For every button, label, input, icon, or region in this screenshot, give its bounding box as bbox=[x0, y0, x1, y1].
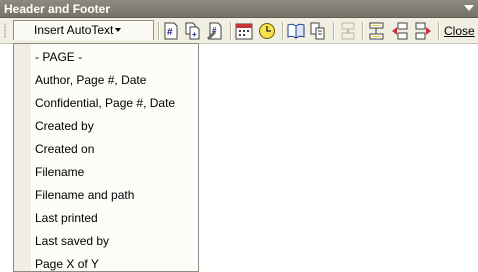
menu-item-created-by[interactable]: Created by bbox=[14, 115, 198, 138]
same-as-previous-icon[interactable] bbox=[339, 22, 357, 40]
show-previous-icon[interactable] bbox=[391, 22, 409, 40]
menu-item-label: - PAGE - bbox=[35, 50, 83, 64]
toolbar-separator bbox=[158, 22, 160, 40]
menu-item-label: Created by bbox=[35, 119, 94, 133]
menu-item-label: Last printed bbox=[35, 211, 98, 225]
toolbar-grip-handle[interactable] bbox=[4, 23, 6, 38]
menu-item-last-printed[interactable]: Last printed bbox=[14, 207, 198, 230]
menu-item-page-x-of-y[interactable]: Page X of Y bbox=[14, 253, 198, 271]
show-hide-document-text-icon[interactable] bbox=[309, 22, 327, 40]
menu-item-label: Author, Page #, Date bbox=[35, 73, 147, 87]
toolbar-options-dropdown-icon[interactable] bbox=[464, 5, 474, 11]
toolbar-title: Header and Footer bbox=[4, 2, 111, 16]
menu-item-label: Last saved by bbox=[35, 234, 110, 248]
insert-autotext-button[interactable]: Insert AutoText bbox=[13, 20, 154, 40]
menu-item-confidential-page-date[interactable]: Confidential, Page #, Date bbox=[14, 92, 198, 115]
toolbar-separator bbox=[230, 22, 232, 40]
format-page-number-icon[interactable]: # bbox=[206, 22, 224, 40]
autotext-dropdown-menu: - PAGE - Author, Page #, Date Confidenti… bbox=[13, 43, 199, 272]
menu-item-label: Created on bbox=[35, 142, 95, 156]
svg-text:#: # bbox=[167, 27, 173, 38]
insert-number-of-pages-icon[interactable]: + bbox=[184, 22, 202, 40]
header-footer-toolbar: Insert AutoText # + # Close bbox=[0, 18, 478, 44]
toolbar-separator bbox=[362, 22, 364, 40]
insert-time-icon[interactable] bbox=[258, 22, 276, 40]
insert-autotext-label: Insert AutoText bbox=[34, 23, 114, 37]
page-setup-icon[interactable] bbox=[287, 22, 305, 40]
insert-date-icon[interactable] bbox=[235, 22, 253, 40]
menu-item-label: Filename bbox=[35, 165, 85, 179]
insert-page-number-icon[interactable]: # bbox=[162, 22, 180, 40]
toolbar-separator bbox=[333, 22, 335, 40]
header-footer-toolbar-window: Header and Footer Insert AutoText # + # bbox=[0, 0, 478, 272]
menu-item-filename[interactable]: Filename bbox=[14, 161, 198, 184]
toolbar-separator bbox=[282, 22, 284, 40]
menu-item-created-on[interactable]: Created on bbox=[14, 138, 198, 161]
menu-item-author-page-date[interactable]: Author, Page #, Date bbox=[14, 69, 198, 92]
chevron-down-icon bbox=[115, 28, 121, 32]
menu-item-label: Filename and path bbox=[35, 188, 135, 202]
switch-header-footer-icon[interactable] bbox=[368, 22, 386, 40]
show-next-icon[interactable] bbox=[414, 22, 432, 40]
toolbar-separator bbox=[438, 22, 440, 40]
menu-item-page[interactable]: - PAGE - bbox=[14, 46, 198, 69]
close-button[interactable]: Close bbox=[444, 24, 475, 38]
svg-text:+: + bbox=[192, 30, 197, 39]
menu-item-label: Page X of Y bbox=[35, 257, 99, 271]
menu-item-label: Confidential, Page #, Date bbox=[35, 96, 176, 110]
menu-item-last-saved-by[interactable]: Last saved by bbox=[14, 230, 198, 253]
toolbar-titlebar[interactable]: Header and Footer bbox=[0, 0, 478, 18]
menu-item-filename-and-path[interactable]: Filename and path bbox=[14, 184, 198, 207]
